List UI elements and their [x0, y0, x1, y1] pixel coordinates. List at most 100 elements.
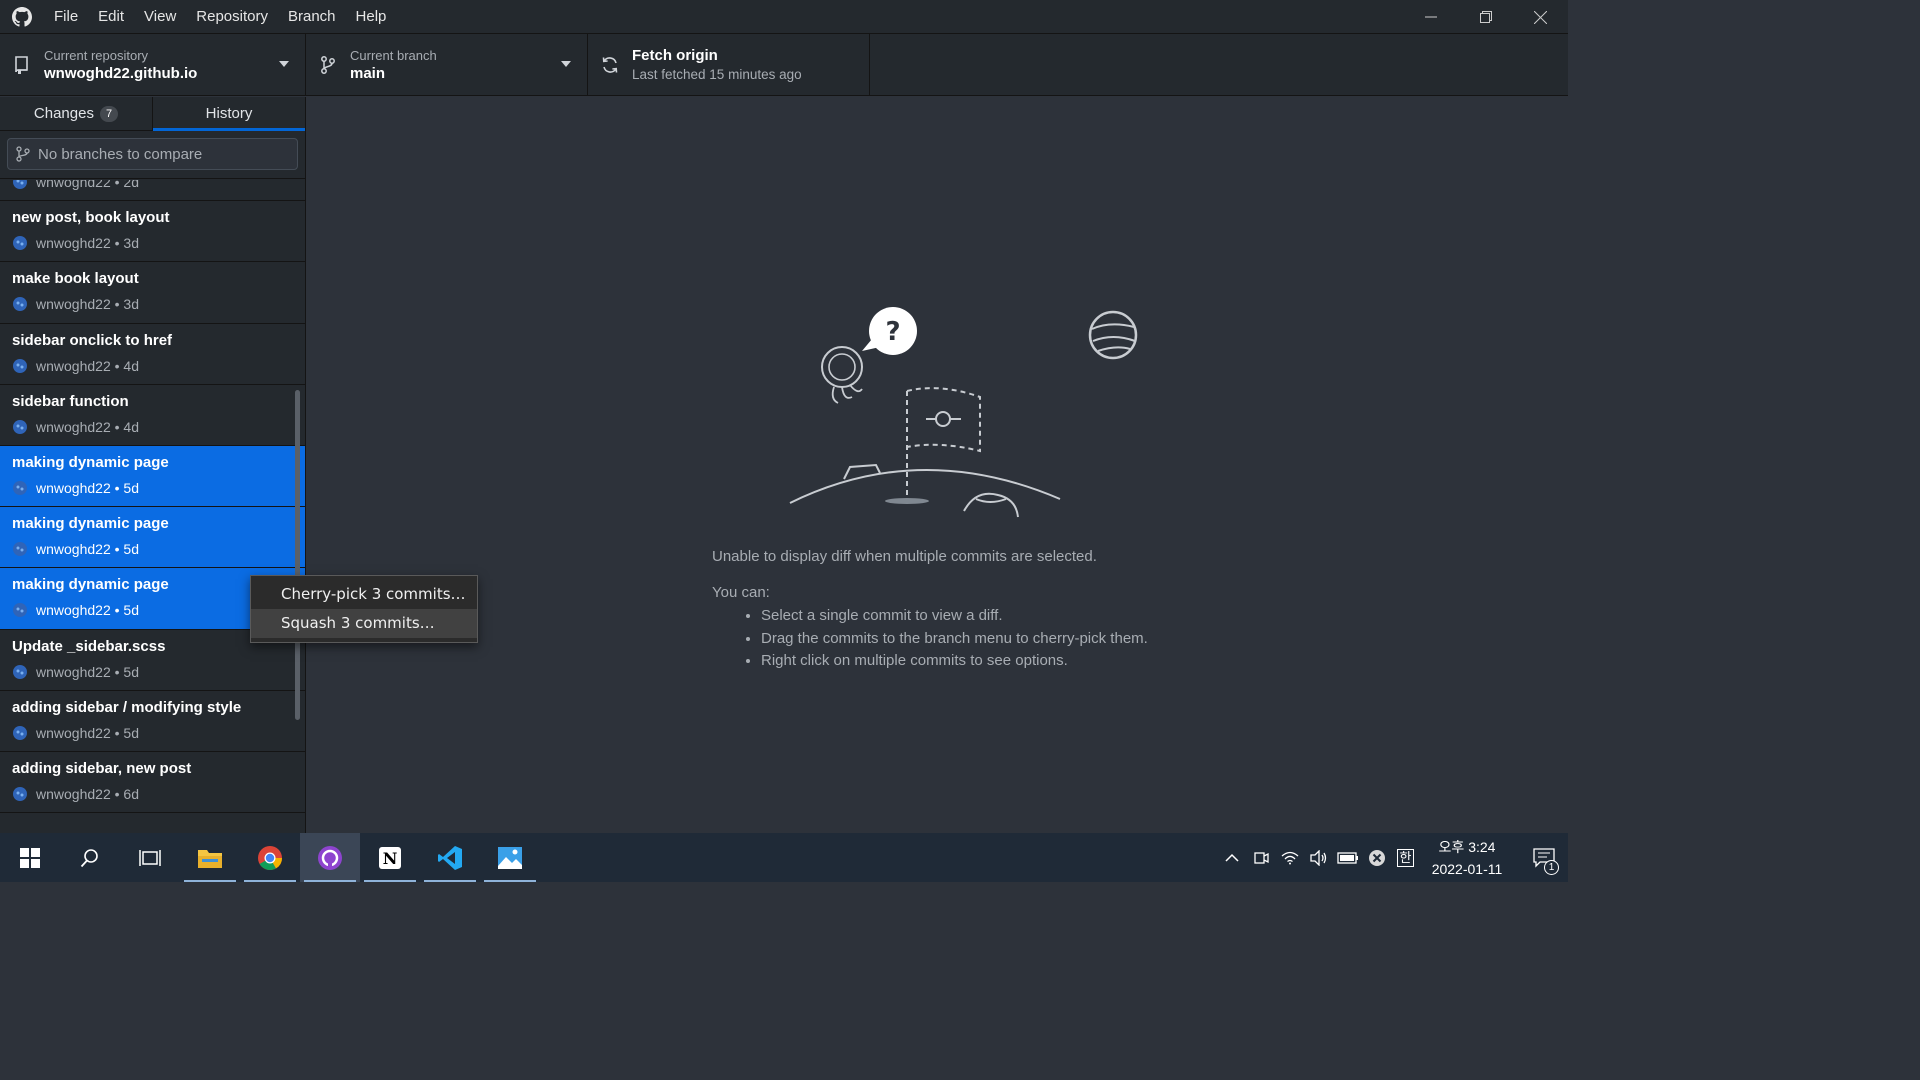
commit-author: wnwoghd22: [36, 541, 111, 558]
menu-edit[interactable]: Edit: [88, 0, 134, 34]
commit-author: wnwoghd22: [36, 724, 111, 741]
fetch-origin-button[interactable]: Fetch origin Last fetched 15 minutes ago: [588, 34, 870, 96]
tab-changes[interactable]: Changes 7: [0, 97, 153, 130]
repo-label: Current repository: [44, 47, 149, 63]
clock-time: 오후 3:24: [1438, 838, 1496, 855]
commit-age: 3d: [123, 235, 139, 252]
close-button[interactable]: [1513, 0, 1568, 34]
menu-repository[interactable]: Repository: [186, 0, 278, 34]
task-view-icon[interactable]: [120, 833, 180, 882]
commit-age: 5d: [123, 479, 139, 496]
blank-slate-illustration: ?: [789, 307, 1138, 518]
chevron-up-icon[interactable]: [1217, 833, 1246, 882]
commit-meta: wnwoghd22 • 5d: [12, 663, 293, 681]
sidebar: Changes 7 History No branches to compare…: [0, 97, 306, 833]
commit-author: wnwoghd22: [36, 296, 111, 313]
commit-separator: •: [110, 479, 124, 496]
notion-icon[interactable]: N: [360, 833, 420, 882]
commit-age: 2d: [123, 180, 139, 190]
menu-file[interactable]: File: [44, 0, 88, 34]
volume-icon[interactable]: [1304, 833, 1333, 882]
commit-author: wnwoghd22: [36, 357, 111, 374]
commit-meta: wnwoghd22 • 5d: [12, 724, 293, 742]
commit-age: 5d: [123, 663, 139, 680]
commit-list-scrollbar[interactable]: [295, 390, 300, 720]
commit-row[interactable]: adding sidebar, new post wnwoghd22 • 6d: [0, 752, 305, 814]
chrome-icon[interactable]: [240, 833, 300, 882]
menu-help[interactable]: Help: [346, 0, 397, 34]
wifi-icon[interactable]: [1275, 833, 1304, 882]
commit-row[interactable]: make book layout wnwoghd22 • 3d: [0, 262, 305, 324]
commit-meta: wnwoghd22 • 5d: [12, 540, 293, 558]
avatar: [12, 180, 28, 190]
commit-row[interactable]: new post, book layout wnwoghd22 • 3d: [0, 201, 305, 263]
avatar: [12, 786, 28, 802]
fetch-label: Fetch origin: [632, 47, 718, 64]
branch-label: Current branch: [350, 47, 437, 63]
file-explorer-icon[interactable]: [180, 833, 240, 882]
github-logo-icon: [0, 0, 44, 34]
commit-separator: •: [110, 663, 124, 680]
error-icon[interactable]: [1362, 833, 1391, 882]
clock[interactable]: 오후 3:24 2022-01-11: [1424, 836, 1510, 880]
commit-row[interactable]: making dynamic page wnwoghd22 • 5d: [0, 445, 305, 508]
current-repository-button[interactable]: Current repository wnwoghd22.github.io: [0, 34, 306, 96]
commit-author: wnwoghd22: [36, 235, 111, 252]
ime-indicator[interactable]: 한: [1391, 833, 1420, 882]
search-icon[interactable]: [60, 833, 120, 882]
vscode-icon[interactable]: [420, 833, 480, 882]
commit-meta: wnwoghd22 • 3d: [12, 295, 293, 313]
commit-separator: •: [110, 785, 124, 802]
battery-icon[interactable]: [1333, 833, 1362, 882]
tip-item: Drag the commits to the branch menu to c…: [761, 628, 1212, 651]
minimize-button[interactable]: [1403, 0, 1458, 34]
menu-view[interactable]: View: [134, 0, 186, 34]
tab-history[interactable]: History: [153, 97, 305, 131]
restore-button[interactable]: [1458, 0, 1513, 34]
commit-row[interactable]: making dynamic page wnwoghd22 • 5d: [0, 507, 305, 569]
commit-row[interactable]: sidebar onclick to href wnwoghd22 • 4d: [0, 324, 305, 385]
fetch-status: Last fetched 15 minutes ago: [632, 67, 802, 82]
commit-row[interactable]: sidebar function wnwoghd22 • 4d: [0, 385, 305, 446]
ime-label: 한: [1396, 848, 1415, 867]
github-desktop-icon[interactable]: [300, 833, 360, 882]
commit-author: wnwoghd22: [36, 180, 111, 190]
squash-menu-item[interactable]: Squash 3 commits…: [251, 609, 477, 638]
commit-title: new post, book layout: [12, 209, 170, 227]
tab-changes-label: Changes: [33, 105, 94, 122]
photos-icon[interactable]: [480, 833, 540, 882]
svg-text:?: ?: [885, 317, 900, 347]
avatar: [12, 664, 28, 680]
branch-compare-input[interactable]: No branches to compare: [7, 138, 298, 170]
commit-meta: wnwoghd22 • 3d: [12, 234, 293, 252]
commit-row[interactable]: post, ... stylewnwoghd22 • 2d: [0, 180, 305, 202]
commit-separator: •: [110, 602, 124, 619]
current-branch-button[interactable]: Current branch main: [306, 34, 588, 96]
context-menu: Cherry-pick 3 commits… Squash 3 commits…: [250, 575, 478, 643]
commit-title: making dynamic page: [12, 515, 169, 533]
commit-separator: •: [110, 180, 124, 190]
commit-row[interactable]: adding sidebar / modifying style wnwoghd2…: [0, 691, 305, 752]
camera-icon[interactable]: [1246, 833, 1275, 882]
avatar: [12, 602, 28, 618]
tip-item: Right click on multiple commits to see o…: [761, 650, 1212, 673]
cherry-pick-menu-item[interactable]: Cherry-pick 3 commits…: [251, 580, 477, 609]
compare-placeholder: No branches to compare: [38, 145, 203, 163]
avatar: [12, 725, 28, 741]
commit-meta: wnwoghd22 • 4d: [12, 357, 293, 375]
branch-name: main: [350, 64, 386, 82]
commit-separator: •: [110, 724, 124, 741]
commit-author: wnwoghd22: [36, 785, 111, 802]
chevron-down-icon: [279, 61, 289, 67]
start-button[interactable]: [0, 833, 60, 882]
commit-separator: •: [110, 296, 124, 313]
notification-center-icon[interactable]: 1: [1520, 833, 1568, 882]
menu-branch[interactable]: Branch: [278, 0, 346, 34]
blank-slate-you-can: You can:: [712, 584, 770, 601]
commit-author: wnwoghd22: [36, 663, 111, 680]
commit-age: 5d: [123, 541, 139, 558]
notification-count-badge: 1: [1544, 860, 1559, 875]
commit-title: sidebar onclick to href: [12, 331, 173, 349]
sync-icon: [588, 55, 632, 75]
commit-age: 6d: [123, 785, 139, 802]
